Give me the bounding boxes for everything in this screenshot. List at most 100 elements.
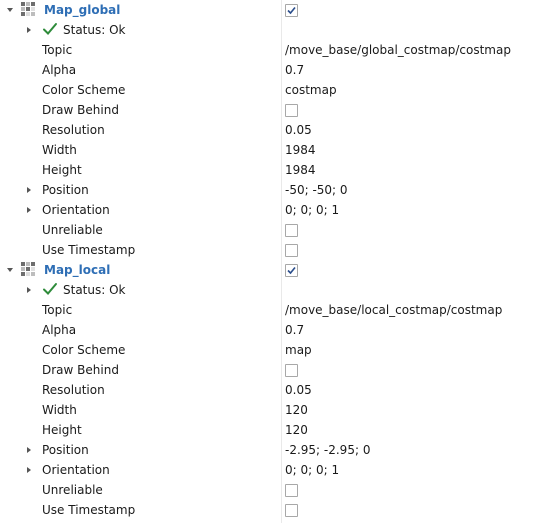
- property-value[interactable]: -50; -50; 0: [285, 183, 348, 197]
- property-value-cell[interactable]: [285, 360, 549, 380]
- property-label: Draw Behind: [42, 103, 119, 117]
- property-value-cell[interactable]: 0.05: [285, 120, 549, 140]
- property-row[interactable]: Alpha 0.7: [0, 60, 549, 80]
- property-row[interactable]: Width 1984: [0, 140, 549, 160]
- property-value[interactable]: 0.05: [285, 123, 312, 137]
- property-label-cell: Alpha: [0, 320, 280, 340]
- chevron-down-icon[interactable]: [5, 5, 15, 15]
- property-value[interactable]: 0.7: [285, 63, 304, 77]
- chevron-right-icon[interactable]: [24, 285, 34, 295]
- property-row[interactable]: Orientation 0; 0; 0; 1: [0, 200, 549, 220]
- property-value[interactable]: 0; 0; 0; 1: [285, 203, 339, 217]
- property-checkbox[interactable]: [285, 483, 298, 497]
- property-value[interactable]: 120: [285, 403, 308, 417]
- property-value-cell[interactable]: [285, 500, 549, 520]
- property-row[interactable]: Height 120: [0, 420, 549, 440]
- display-name-cell[interactable]: Map_local: [0, 260, 280, 280]
- property-value-cell[interactable]: [285, 220, 549, 240]
- property-row[interactable]: Topic/move_base/global_costmap/costmap: [0, 40, 549, 60]
- property-row[interactable]: Resolution 0.05: [0, 120, 549, 140]
- property-value[interactable]: 1984: [285, 143, 316, 157]
- property-value-cell[interactable]: 1984: [285, 140, 549, 160]
- property-row[interactable]: Color Scheme map: [0, 340, 549, 360]
- property-label: Use Timestamp: [42, 243, 136, 257]
- property-value[interactable]: /move_base/global_costmap/costmap: [285, 43, 511, 57]
- display-name-cell[interactable]: Map_global: [0, 0, 280, 20]
- property-row[interactable]: Use Timestamp: [0, 500, 549, 520]
- property-row[interactable]: Position -50; -50; 0: [0, 180, 549, 200]
- property-row[interactable]: Draw Behind: [0, 100, 549, 120]
- property-value[interactable]: /move_base/local_costmap/costmap: [285, 303, 502, 317]
- property-label: Alpha: [42, 323, 77, 337]
- property-value-cell[interactable]: /move_base/global_costmap/costmap: [285, 40, 549, 60]
- display-enabled-checkbox[interactable]: [285, 263, 298, 277]
- property-label: Width: [42, 403, 77, 417]
- property-value[interactable]: 0.7: [285, 323, 304, 337]
- chevron-right-icon[interactable]: [24, 25, 34, 35]
- property-row[interactable]: Width 120: [0, 400, 549, 420]
- property-row[interactable]: Alpha 0.7: [0, 320, 549, 340]
- property-value-cell[interactable]: 0.05: [285, 380, 549, 400]
- property-label-cell: Width: [0, 400, 280, 420]
- property-value-cell[interactable]: [285, 240, 549, 260]
- display-row[interactable]: Map_local: [0, 260, 549, 280]
- property-row[interactable]: Topic/move_base/local_costmap/costmap: [0, 300, 549, 320]
- property-value-cell[interactable]: map: [285, 340, 549, 360]
- display-name[interactable]: Map_local: [44, 263, 110, 277]
- property-label: Topic: [42, 303, 73, 317]
- property-value-cell[interactable]: -2.95; -2.95; 0: [285, 440, 549, 460]
- chevron-down-icon[interactable]: [5, 265, 15, 275]
- property-value-cell[interactable]: [285, 100, 549, 120]
- property-value[interactable]: 120: [285, 423, 308, 437]
- property-value-cell[interactable]: 1984: [285, 160, 549, 180]
- property-row[interactable]: Height 1984: [0, 160, 549, 180]
- property-label-cell: Height: [0, 420, 280, 440]
- property-value-cell[interactable]: 120: [285, 400, 549, 420]
- property-row[interactable]: Draw Behind: [0, 360, 549, 380]
- status-row[interactable]: Status: Ok: [0, 280, 549, 300]
- property-value[interactable]: 0; 0; 0; 1: [285, 463, 339, 477]
- status-cell[interactable]: Status: Ok: [0, 280, 280, 300]
- property-value[interactable]: -2.95; -2.95; 0: [285, 443, 370, 457]
- property-checkbox[interactable]: [285, 223, 298, 237]
- display-name[interactable]: Map_global: [44, 3, 120, 17]
- property-value-cell[interactable]: 0; 0; 0; 1: [285, 200, 549, 220]
- property-value-cell[interactable]: /move_base/local_costmap/costmap: [285, 300, 549, 320]
- property-checkbox[interactable]: [285, 103, 298, 117]
- property-label: Position: [42, 443, 89, 457]
- property-row[interactable]: Resolution 0.05: [0, 380, 549, 400]
- property-value-cell[interactable]: [285, 480, 549, 500]
- property-value[interactable]: costmap: [285, 83, 337, 97]
- property-value[interactable]: 0.05: [285, 383, 312, 397]
- property-row[interactable]: Unreliable: [0, 480, 549, 500]
- property-label: Draw Behind: [42, 363, 119, 377]
- property-value-cell[interactable]: -50; -50; 0: [285, 180, 549, 200]
- property-value-cell[interactable]: 0.7: [285, 320, 549, 340]
- property-checkbox[interactable]: [285, 503, 298, 517]
- display-row[interactable]: Map_global: [0, 0, 549, 20]
- property-row[interactable]: Orientation 0; 0; 0; 1: [0, 460, 549, 480]
- property-value-cell[interactable]: 0; 0; 0; 1: [285, 460, 549, 480]
- property-value[interactable]: 1984: [285, 163, 316, 177]
- property-label-cell: Position: [0, 180, 280, 200]
- property-value-cell[interactable]: costmap: [285, 80, 549, 100]
- display-enabled-checkbox[interactable]: [285, 3, 298, 17]
- property-value-cell[interactable]: 120: [285, 420, 549, 440]
- chevron-right-icon[interactable]: [24, 205, 34, 215]
- display-enabled-cell[interactable]: [285, 260, 549, 280]
- status-cell[interactable]: Status: Ok: [0, 20, 280, 40]
- property-row[interactable]: Color Scheme costmap: [0, 80, 549, 100]
- chevron-right-icon[interactable]: [24, 465, 34, 475]
- display-enabled-cell[interactable]: [285, 0, 549, 20]
- property-checkbox[interactable]: [285, 243, 298, 257]
- chevron-right-icon[interactable]: [24, 185, 34, 195]
- property-value[interactable]: map: [285, 343, 312, 357]
- checkmark-icon: [287, 6, 296, 14]
- property-row[interactable]: Use Timestamp: [0, 240, 549, 260]
- property-row[interactable]: Unreliable: [0, 220, 549, 240]
- chevron-right-icon[interactable]: [24, 445, 34, 455]
- property-row[interactable]: Position -2.95; -2.95; 0: [0, 440, 549, 460]
- property-checkbox[interactable]: [285, 363, 298, 377]
- status-row[interactable]: Status: Ok: [0, 20, 549, 40]
- property-value-cell[interactable]: 0.7: [285, 60, 549, 80]
